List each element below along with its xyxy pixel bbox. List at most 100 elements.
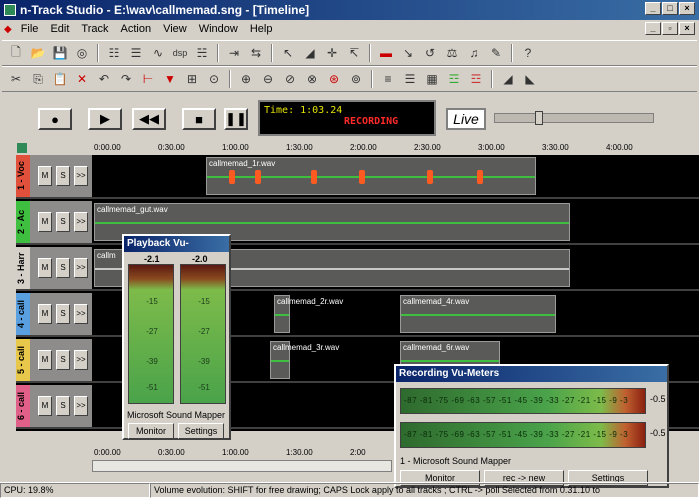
monitor-button[interactable]: Monitor: [128, 423, 174, 439]
track-more-button[interactable]: >>: [74, 304, 88, 324]
live-button[interactable]: Live: [446, 108, 486, 130]
crosshair-icon[interactable]: ✛: [322, 43, 342, 63]
delete-icon[interactable]: ✕: [72, 69, 92, 89]
pointer-icon[interactable]: ↖: [278, 43, 298, 63]
select-icon[interactable]: ↸: [344, 43, 364, 63]
doc-close-button[interactable]: ×: [679, 22, 695, 35]
help-icon[interactable]: ?: [518, 43, 538, 63]
solo-button[interactable]: S: [56, 212, 70, 232]
track-name[interactable]: 1 - Voc: [16, 155, 30, 197]
playback-vu-title[interactable]: Playback Vu-: [124, 236, 229, 252]
maximize-button[interactable]: □: [662, 2, 678, 15]
bell-icon[interactable]: ♫: [464, 43, 484, 63]
save-icon[interactable]: 💾: [50, 43, 70, 63]
menu-edit[interactable]: Edit: [44, 23, 75, 35]
split-icon[interactable]: ⊢: [138, 69, 158, 89]
insert-icon[interactable]: ⇥: [224, 43, 244, 63]
timeline-ruler[interactable]: 0:00.00 0:30.00 1:00.00 1:30.00 2:00.00 …: [92, 143, 699, 154]
doc-restore-button[interactable]: ▫: [662, 22, 678, 35]
track-more-button[interactable]: >>: [74, 258, 88, 278]
fade-in-icon[interactable]: ◢: [498, 69, 518, 89]
dsp-icon[interactable]: dsp: [170, 43, 190, 63]
record-settings-icon[interactable]: ◎: [72, 43, 92, 63]
doc-minimize-button[interactable]: _: [645, 22, 661, 35]
mute-button[interactable]: M: [38, 396, 52, 416]
stop-button[interactable]: ■: [182, 108, 216, 130]
mixer-view-icon[interactable]: ▦: [422, 69, 442, 89]
cursor-icon[interactable]: ↘: [398, 43, 418, 63]
marker-icon[interactable]: ▼: [160, 69, 180, 89]
track-more-button[interactable]: >>: [74, 166, 88, 186]
track-name[interactable]: 6 - call: [16, 385, 30, 427]
record-button[interactable]: ●: [38, 108, 72, 130]
menu-view[interactable]: View: [157, 23, 193, 35]
colors-view-icon[interactable]: ☲: [444, 69, 464, 89]
tracks-icon[interactable]: ☰: [126, 43, 146, 63]
volume-icon[interactable]: ◢: [300, 43, 320, 63]
tools-icon[interactable]: ✎: [486, 43, 506, 63]
copy-icon[interactable]: ⎘: [28, 69, 48, 89]
menu-help[interactable]: Help: [244, 23, 279, 35]
new-file-icon[interactable]: 🗋: [6, 43, 26, 63]
position-slider-thumb[interactable]: [535, 111, 543, 125]
zoom-selection-icon[interactable]: ⊚: [346, 69, 366, 89]
audio-part[interactable]: callmemad_2r.wav: [274, 295, 343, 333]
audio-part[interactable]: callmemad_3r.wav: [270, 341, 339, 379]
mute-button[interactable]: M: [38, 304, 52, 324]
track-more-button[interactable]: >>: [74, 396, 88, 416]
rewind-button[interactable]: ◀◀: [132, 108, 166, 130]
redo-icon[interactable]: ↷: [116, 69, 136, 89]
menu-action[interactable]: Action: [115, 23, 158, 35]
eq-icon[interactable]: ∿: [148, 43, 168, 63]
solo-button[interactable]: S: [56, 304, 70, 324]
track-more-button[interactable]: >>: [74, 212, 88, 232]
zoom-all-icon[interactable]: ⊛: [324, 69, 344, 89]
cut-icon[interactable]: ✂: [6, 69, 26, 89]
open-folder-icon[interactable]: 📂: [28, 43, 48, 63]
recording-vu-title[interactable]: Recording Vu-Meters: [396, 366, 667, 382]
mixer-icon[interactable]: ☷: [104, 43, 124, 63]
fade-out-icon[interactable]: ◣: [520, 69, 540, 89]
track-name[interactable]: 5 - call: [16, 339, 30, 381]
track-name[interactable]: 3 - Harr: [16, 247, 30, 289]
menu-track[interactable]: Track: [75, 23, 114, 35]
zoom-in-icon[interactable]: ⊕: [236, 69, 256, 89]
position-slider[interactable]: [494, 111, 654, 125]
zoom-vertical-icon[interactable]: ⊗: [302, 69, 322, 89]
close-button[interactable]: ×: [679, 2, 695, 15]
solo-button[interactable]: S: [56, 166, 70, 186]
solo-button[interactable]: S: [56, 396, 70, 416]
track-more-button[interactable]: >>: [74, 350, 88, 370]
mute-button[interactable]: M: [38, 212, 52, 232]
track-corner-button[interactable]: [17, 143, 27, 153]
audio-part[interactable]: callmemad_4r.wav: [400, 295, 556, 333]
solo-button[interactable]: S: [56, 258, 70, 278]
undo-icon[interactable]: ↶: [94, 69, 114, 89]
paste-icon[interactable]: 📋: [50, 69, 70, 89]
play-button[interactable]: ▶: [88, 108, 122, 130]
solo-button[interactable]: S: [56, 350, 70, 370]
track-name[interactable]: 4 - call: [16, 293, 30, 335]
punch-icon[interactable]: ▬: [376, 43, 396, 63]
settings-button[interactable]: Settings: [178, 423, 224, 439]
mute-button[interactable]: M: [38, 258, 52, 278]
scale-icon[interactable]: ⚖: [442, 43, 462, 63]
minimize-button[interactable]: _: [645, 2, 661, 15]
tracks-view-icon[interactable]: ☰: [400, 69, 420, 89]
audio-part[interactable]: callmemad_1r.wav: [206, 157, 536, 195]
mute-button[interactable]: M: [38, 166, 52, 186]
menu-window[interactable]: Window: [193, 23, 244, 35]
parts-view-icon[interactable]: ☲: [466, 69, 486, 89]
zoom-horizontal-icon[interactable]: ⊘: [280, 69, 300, 89]
pause-button[interactable]: ❚❚: [224, 108, 248, 130]
refresh-icon[interactable]: ↺: [420, 43, 440, 63]
loop-icon[interactable]: ⇆: [246, 43, 266, 63]
zoom-out-icon[interactable]: ⊖: [258, 69, 278, 89]
mute-button[interactable]: M: [38, 350, 52, 370]
track-name[interactable]: 2 - Ac: [16, 201, 30, 243]
snap-icon[interactable]: ⊙: [204, 69, 224, 89]
effects-icon[interactable]: ☵: [192, 43, 212, 63]
menu-file[interactable]: File: [15, 23, 45, 35]
list-icon[interactable]: ≡: [378, 69, 398, 89]
horizontal-scrollbar[interactable]: [92, 460, 392, 472]
